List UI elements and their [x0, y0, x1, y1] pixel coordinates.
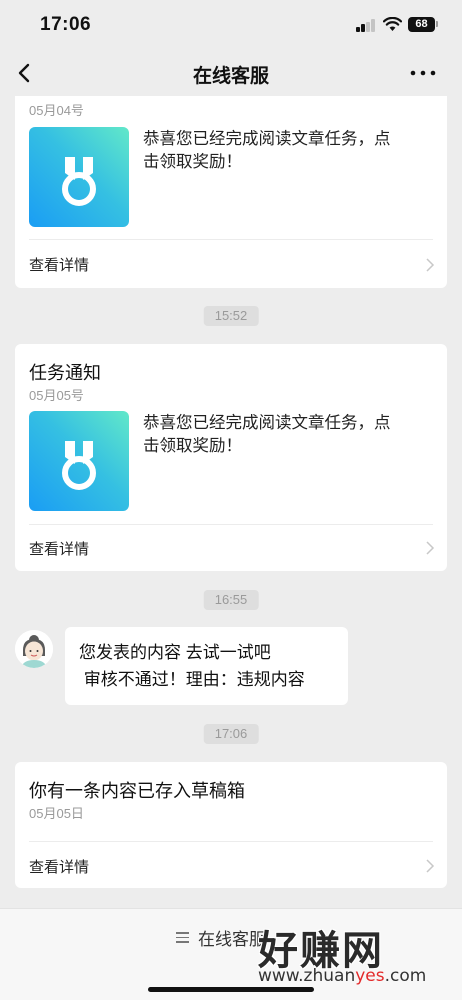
message-line: 审核不通过！理由：违规内容	[79, 670, 305, 689]
status-bar: 17:06 68	[0, 0, 462, 50]
divider	[29, 841, 433, 842]
menu-lines-icon	[176, 932, 189, 943]
avatar-illustration	[15, 630, 53, 668]
card-title: 任务通知	[29, 363, 101, 383]
nav-bar: 在线客服	[0, 50, 462, 96]
timestamp: 17:06	[203, 724, 259, 744]
wifi-icon	[383, 17, 402, 31]
card-date: 05月04号	[29, 103, 84, 118]
more-dots-icon[interactable]	[408, 60, 438, 86]
medal-icon	[62, 441, 96, 490]
bottom-menu-bar: 在线客服	[0, 908, 462, 1000]
service-menu-label: 在线客服	[198, 930, 266, 949]
timestamp: 16:55	[203, 590, 259, 610]
card-message-line: 恭喜您已经完成阅读文章任务，点	[143, 130, 391, 148]
view-details-link[interactable]: 查看详情	[29, 538, 89, 559]
message-line: 您发表的内容 去试一试吧	[79, 643, 271, 662]
view-details-link[interactable]: 查看详情	[29, 254, 89, 275]
card-message-line: 恭喜您已经完成阅读文章任务，点	[143, 414, 391, 432]
chevron-right-icon	[426, 859, 435, 873]
chevron-right-icon	[426, 541, 435, 555]
chevron-right-icon	[426, 258, 435, 272]
cellular-signal-icon	[356, 19, 376, 32]
draft-card[interactable]: 你有一条内容已存入草稿箱 05月05日 查看详情	[15, 762, 447, 888]
card-thumbnail	[29, 411, 129, 511]
divider	[29, 524, 433, 525]
card-message: 恭喜您已经完成阅读文章任务，点 击领取奖励！	[143, 412, 427, 458]
card-title: 你有一条内容已存入草稿箱	[29, 781, 245, 801]
timestamp: 15:52	[203, 306, 259, 326]
card-date: 05月05日	[29, 806, 84, 821]
page-title: 在线客服	[192, 66, 269, 87]
card-date: 05月05号	[29, 388, 84, 403]
agent-avatar-icon[interactable]	[15, 630, 53, 668]
task-card-1[interactable]: 05月04号 恭喜您已经完成阅读文章任务，点 击领取奖励！ 查看详情	[15, 96, 447, 288]
battery-indicator: 68	[408, 17, 435, 32]
status-time: 17:06	[40, 14, 92, 35]
divider	[29, 239, 433, 240]
home-indicator[interactable]	[148, 987, 314, 992]
card-message: 恭喜您已经完成阅读文章任务，点 击领取奖励！	[143, 128, 427, 174]
card-message-line: 击领取奖励！	[143, 437, 242, 455]
view-details-link[interactable]: 查看详情	[29, 856, 89, 877]
card-thumbnail	[29, 127, 129, 227]
task-card-2[interactable]: 任务通知 05月05号 恭喜您已经完成阅读文章任务，点 击领取奖励！ 查看详情	[15, 344, 447, 571]
message-bubble[interactable]: 您发表的内容 去试一试吧 审核不通过！理由：违规内容	[65, 627, 348, 705]
medal-icon	[62, 157, 96, 206]
battery-tip	[436, 21, 438, 27]
service-menu-button[interactable]: 在线客服	[176, 925, 266, 950]
card-message-line: 击领取奖励！	[143, 153, 242, 171]
